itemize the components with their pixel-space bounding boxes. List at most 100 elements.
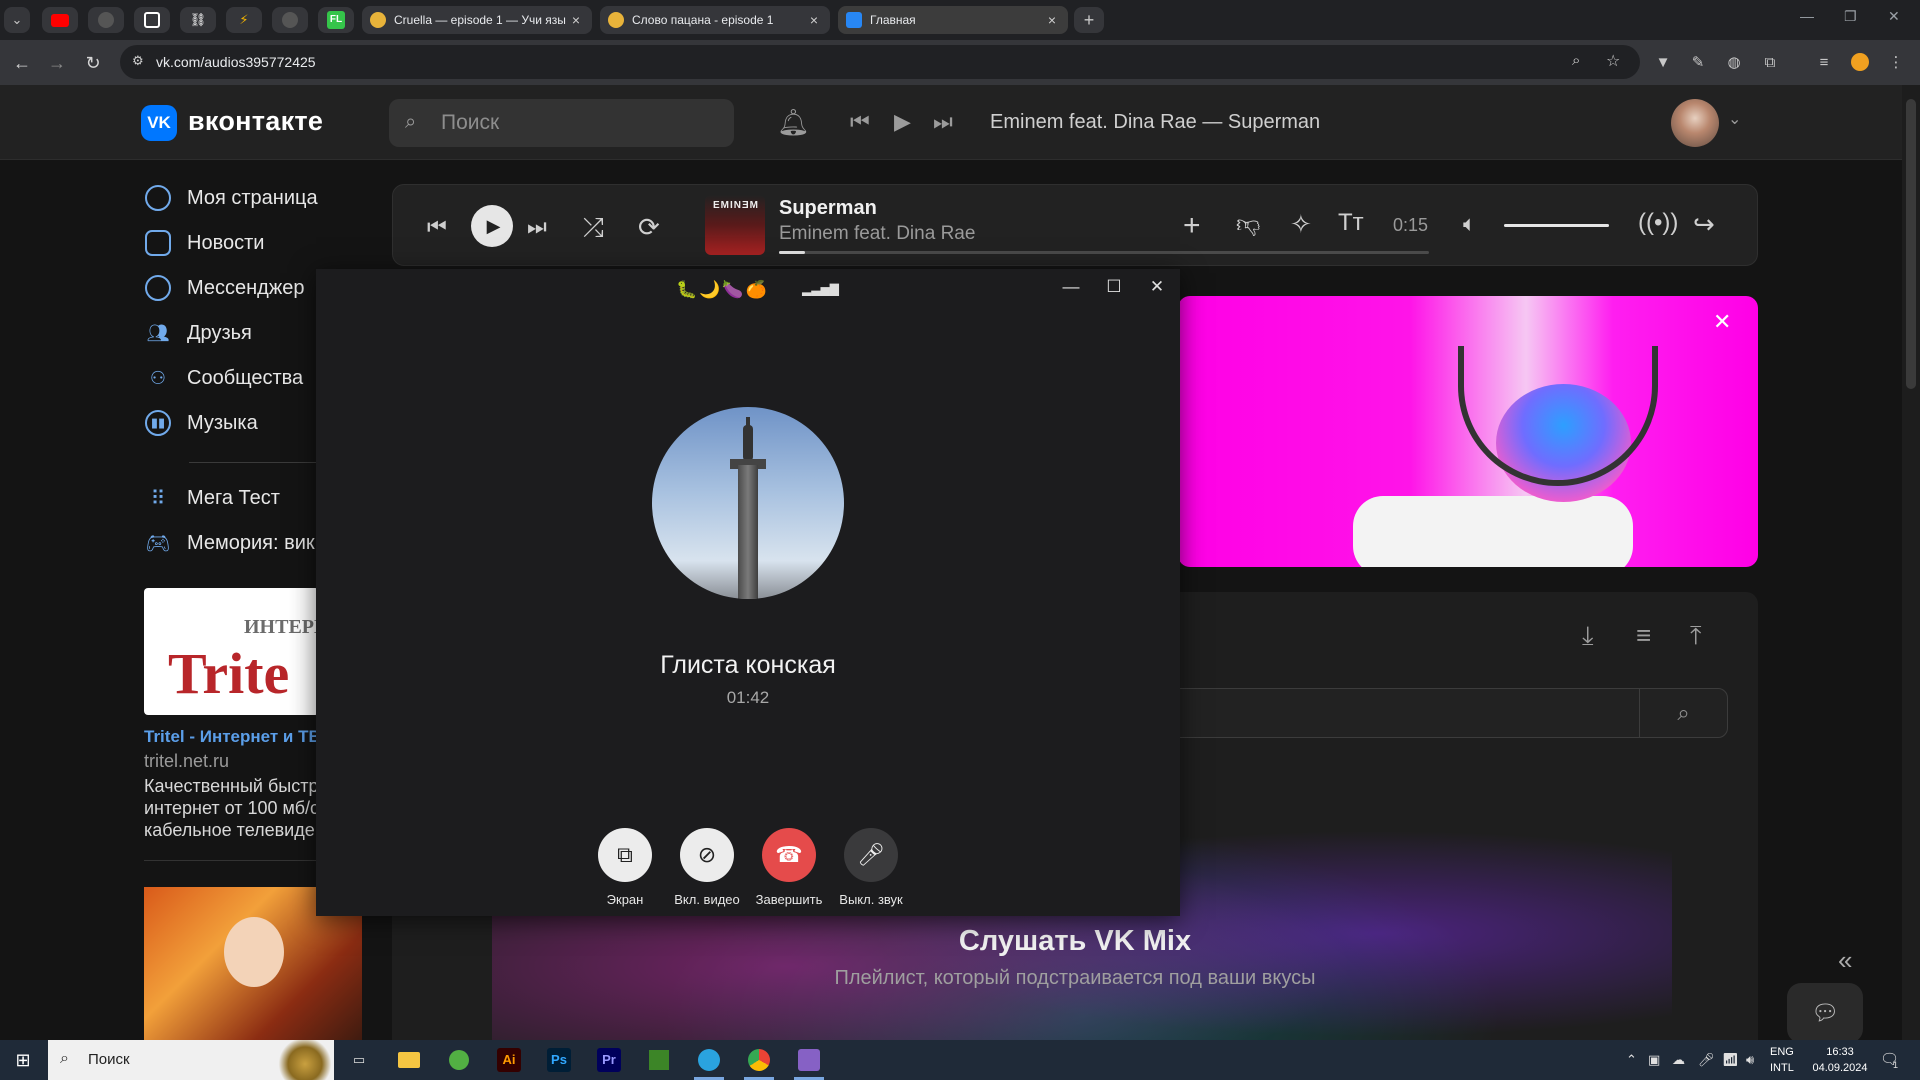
ad-title[interactable]: Tritel - Интернет и ТВ [144, 727, 321, 747]
track-cover[interactable]: EMINƎM [705, 195, 765, 255]
play-icon[interactable]: ▶ [894, 109, 911, 135]
task-view-icon[interactable]: ▭ [344, 1045, 374, 1075]
sidebar-item-memoria[interactable]: 🎮︎ Мемория: вик [145, 530, 314, 556]
pinned-tab-fl[interactable]: FL [318, 7, 354, 33]
restore-window-icon[interactable]: ❐ [1844, 8, 1857, 25]
next-track-icon[interactable]: ⏭ [933, 109, 953, 135]
mute-button[interactable]: 🎤︎ [844, 828, 898, 882]
minimize-window-icon[interactable]: — [1056, 275, 1086, 299]
vk-logo-icon[interactable]: VK [141, 105, 177, 141]
media-control-icon[interactable]: ≡ [1814, 52, 1834, 72]
pinned-tab-link[interactable]: ⛓ [180, 7, 216, 33]
sidebar-item-communities[interactable]: ⚇ Сообщества [145, 365, 303, 391]
premiere-icon[interactable]: Pr [594, 1045, 624, 1075]
sidebar-item-music[interactable]: ▮▮ Музыка [145, 410, 258, 436]
notifications-bell-icon[interactable]: 🔔︎ [777, 107, 810, 138]
sidebar-item-friends[interactable]: 👥︎ Друзья [145, 320, 252, 346]
next-track-icon[interactable]: ⏭ [527, 214, 547, 240]
onedrive-icon[interactable]: ☁ [1672, 1052, 1685, 1068]
sidebar-item-mega-test[interactable]: ⠿ Мега Тест [145, 485, 280, 511]
promo-banner[interactable] [1178, 296, 1758, 567]
sparkle-icon[interactable]: ✧ [1290, 209, 1312, 240]
search-icon[interactable]: ⌕ [1639, 689, 1727, 737]
close-icon[interactable]: × [1044, 12, 1060, 28]
scrollbar-thumb[interactable] [1906, 99, 1916, 389]
speaker-icon[interactable]: 🔊︎ [1746, 1052, 1754, 1068]
pinned-tab-notes[interactable] [134, 7, 170, 33]
add-playlist-icon[interactable]: ≡ [1636, 620, 1651, 651]
repeat-icon[interactable]: ⟳ [638, 212, 660, 243]
chrome-icon[interactable] [744, 1045, 774, 1075]
zoom-icon[interactable]: ⌕ [1572, 52, 1580, 69]
track-artist[interactable]: Eminem feat. Dina Rae [779, 223, 975, 245]
new-tab-button[interactable]: + [1074, 7, 1104, 33]
xbox-icon[interactable] [444, 1045, 474, 1075]
sidebar-item-messenger[interactable]: Мессенджер [145, 275, 304, 301]
page-scrollbar[interactable] [1902, 85, 1920, 1040]
track-title[interactable]: Superman [779, 197, 877, 220]
minecraft-icon[interactable] [644, 1045, 674, 1075]
vk-mix-title[interactable]: Слушать VK Mix [392, 925, 1758, 958]
tab-glavnaya[interactable]: Главная × [838, 6, 1068, 34]
end-call-button[interactable]: ☎ [762, 828, 816, 882]
lyrics-icon[interactable]: Tт [1338, 209, 1364, 237]
volume-icon[interactable]: 🔈︎ [1463, 211, 1476, 237]
taskbar-clock[interactable]: 16:33 04.09.2024 [1812, 1044, 1868, 1076]
tray-device-icon[interactable]: ▣ [1648, 1052, 1660, 1068]
site-info-icon[interactable]: ⚙ [132, 53, 144, 69]
track-progress-bar[interactable] [779, 251, 1429, 254]
photoshop-icon[interactable]: Ps [544, 1045, 574, 1075]
close-window-icon[interactable]: ✕ [1142, 275, 1172, 299]
sidebar-item-news[interactable]: Новости [145, 230, 264, 256]
previous-track-icon[interactable]: ⏮ [427, 214, 447, 240]
chat-bubble-icon[interactable]: 💬︎ [1787, 983, 1863, 1040]
dislike-icon[interactable]: 👎︎ [1236, 211, 1260, 239]
tab-slovo-pacana[interactable]: Слово пацана - episode 1 × [600, 6, 830, 34]
tab-cruella[interactable]: Cruella — episode 1 — Учи язы × [362, 6, 592, 34]
ad-image-tritel[interactable]: ИНТЕРН Trite [144, 588, 319, 715]
extension-v-icon[interactable]: ▼ [1653, 52, 1673, 72]
vk-search-input[interactable] [441, 111, 711, 135]
shuffle-icon[interactable]: ⤮ [583, 212, 604, 244]
volume-slider[interactable] [1504, 224, 1609, 227]
windows-start-icon[interactable]: ⊞ [12, 1049, 34, 1071]
pinned-tab-github-2[interactable] [272, 7, 308, 33]
extension-globe-icon[interactable]: ◍ [1724, 52, 1744, 72]
maximize-window-icon[interactable]: ☐ [1099, 275, 1129, 299]
pinned-tab-github[interactable] [88, 7, 124, 33]
extension-pen-icon[interactable]: ✎ [1688, 52, 1708, 72]
tray-overflow-icon[interactable]: ⌃ [1626, 1052, 1637, 1068]
add-icon[interactable]: + [1183, 209, 1201, 243]
visual-studio-icon[interactable] [794, 1045, 824, 1075]
reload-icon[interactable]: ↻ [80, 50, 106, 76]
video-toggle-button[interactable]: ⊘ [680, 828, 734, 882]
pinned-tab-youtube[interactable] [42, 7, 78, 33]
network-icon[interactable]: 📶︎ [1722, 1052, 1739, 1068]
profile-icon[interactable] [1850, 52, 1870, 72]
extensions-puzzle-icon[interactable]: ⧉ [1760, 52, 1780, 72]
share-icon[interactable]: ↪ [1693, 209, 1715, 240]
pinned-tab-script[interactable]: ⚡ [226, 7, 262, 33]
address-bar[interactable]: ⚙ vk.com/audios395772425 ⌕ ☆ [120, 45, 1640, 79]
collapse-panel-icon[interactable]: « [1838, 945, 1852, 976]
bookmark-star-icon[interactable]: ☆ [1606, 51, 1620, 71]
telegram-icon[interactable] [694, 1045, 724, 1075]
back-icon[interactable]: ← [9, 50, 35, 76]
taskbar-search-box[interactable]: ⌕ Поиск [48, 1040, 334, 1080]
upload-icon[interactable]: ⤒ [1690, 620, 1702, 652]
previous-track-icon[interactable]: ⏮ [850, 109, 870, 135]
browser-menu-icon[interactable]: ⋮ [1886, 52, 1906, 72]
broadcast-icon[interactable]: ((•)) [1638, 209, 1678, 237]
close-icon[interactable]: × [806, 12, 822, 28]
header-now-playing[interactable]: Eminem feat. Dina Rae — Superman [990, 111, 1320, 134]
close-icon[interactable]: × [568, 12, 584, 28]
minimize-window-icon[interactable]: — [1800, 8, 1814, 24]
chevron-down-icon[interactable]: ⌄ [1728, 109, 1741, 129]
sidebar-item-my-page[interactable]: Моя страница [145, 185, 318, 211]
forward-icon[interactable]: → [44, 50, 70, 76]
vk-logo-text[interactable]: вконтакте [188, 106, 323, 137]
screen-share-button[interactable]: ⧉ [598, 828, 652, 882]
tab-search-button[interactable]: ⌄ [4, 7, 30, 33]
tray-mic-icon[interactable]: 🎤︎ [1698, 1052, 1715, 1068]
play-button[interactable]: ▶ [471, 205, 513, 247]
